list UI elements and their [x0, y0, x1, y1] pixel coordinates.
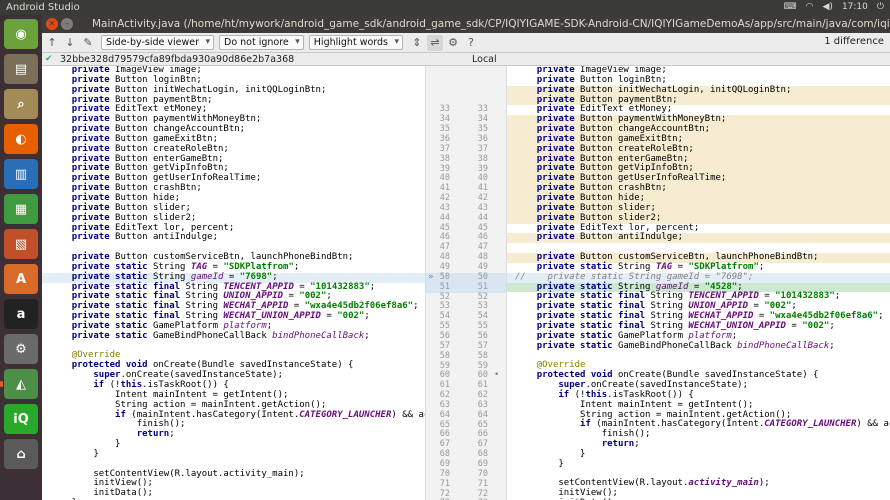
difference-count: 1 difference — [824, 36, 884, 47]
firefox-icon[interactable]: ◐ — [4, 124, 38, 154]
code-line[interactable]: } — [42, 449, 425, 460]
left-line-number — [428, 86, 450, 96]
android-studio-icon[interactable]: ◭ — [0, 369, 38, 399]
apply-change-icon[interactable]: » — [428, 272, 433, 282]
diff-editor: private ImageView image; private Button … — [42, 66, 890, 500]
impress-icon[interactable]: ▧ — [4, 229, 38, 259]
code-line[interactable]: private static GameBindPhoneCallBack bin… — [42, 331, 425, 342]
software-center-icon[interactable]: A — [4, 264, 38, 294]
trash-icon[interactable]: ⌂ — [4, 439, 38, 469]
search-icon[interactable]: ⌕ — [4, 89, 38, 119]
collapse-icon[interactable]: ⇕ — [409, 35, 425, 51]
code-line[interactable]: initData(); — [42, 488, 425, 499]
window-title: MainActivity.java (/home/ht/mywork/andro… — [92, 18, 890, 30]
code-line[interactable]: } — [507, 449, 890, 460]
diff-toolbar: ↑ ↓ ✎ Side-by-side viewer Do not ignore … — [42, 33, 890, 53]
code-line[interactable]: } — [42, 439, 425, 450]
edit-icon[interactable]: ✎ — [80, 35, 96, 51]
left-revision: 32bbe328d79579cfa89fbda930a90d86e2b7a368 — [60, 54, 295, 65]
right-label: Local — [472, 54, 497, 65]
code-line[interactable]: private Button antiIndulge; — [507, 232, 890, 244]
calc-icon[interactable]: ▦ — [4, 194, 38, 224]
iqiyi-icon[interactable]: iQ — [4, 404, 38, 434]
right-code-pane[interactable]: private ImageView image; private Button … — [507, 66, 890, 500]
writer-icon[interactable]: ▥ — [4, 159, 38, 189]
power-icon[interactable]: ⏻ — [877, 0, 884, 15]
revision-bar: ✔ 32bbe328d79579cfa89fbda930a90d86e2b7a3… — [42, 53, 890, 66]
window-titlebar: × – □ MainActivity.java (/home/ht/mywork… — [42, 15, 890, 33]
left-code-pane[interactable]: private ImageView image; private Button … — [42, 66, 425, 500]
minimize-icon[interactable]: – — [61, 18, 73, 30]
right-line-number: 58 — [477, 350, 488, 361]
code-line[interactable]: } — [507, 459, 890, 470]
sync-scroll-icon[interactable]: ⇌ — [427, 34, 443, 51]
files-icon[interactable]: ▤ — [4, 54, 38, 84]
bookmark-icon[interactable]: • — [494, 370, 499, 380]
volume-icon[interactable]: ◀) — [823, 0, 833, 15]
right-line-number — [466, 86, 488, 96]
code-line[interactable]: private Button antiIndulge; — [42, 232, 425, 243]
wifi-icon[interactable]: ◠ — [806, 0, 814, 15]
check-icon: ✔ — [45, 54, 53, 64]
highlight-select[interactable]: Highlight words — [308, 35, 403, 50]
arrow-down-icon[interactable]: ↓ — [62, 35, 78, 51]
keyboard-icon[interactable]: ⌨ — [784, 0, 797, 15]
left-line-number: 38 — [439, 153, 450, 164]
ignore-select[interactable]: Do not ignore — [219, 35, 304, 50]
unity-launcher: ◉ ▤ ⌕ ◐ ▥ ▦ ▧ Aa ⚙ ◭ iQ ⌂ — [0, 15, 42, 500]
settings-icon[interactable]: ⚙ — [4, 334, 38, 364]
arrow-up-icon[interactable]: ↑ — [44, 35, 60, 51]
clock[interactable]: 17:10 — [842, 0, 868, 15]
left-line-number — [428, 66, 450, 76]
code-line[interactable]: private static GameBindPhoneCallBack bin… — [507, 341, 890, 352]
amazon-icon[interactable]: a — [4, 299, 38, 329]
system-top-bar: Android Studio ⌨ ◠ ◀) 17:10 ⏻ — [0, 0, 890, 15]
right-line-number — [466, 66, 488, 76]
help-icon[interactable]: ? — [463, 35, 479, 51]
settings-icon[interactable]: ⚙ — [445, 35, 461, 51]
left-line-number: 58 — [439, 350, 450, 361]
diff-window: × – □ MainActivity.java (/home/ht/mywork… — [42, 15, 890, 500]
viewer-select[interactable]: Side-by-side viewer — [101, 35, 214, 50]
diff-gutter: 33 34 35 36 37 38 39 40 41 42 43 44 45 46 47 48 49 50 51 52… — [425, 66, 507, 500]
ubuntu-dash-icon[interactable]: ◉ — [4, 19, 38, 49]
left-line-number — [428, 76, 450, 86]
close-icon[interactable]: × — [46, 18, 58, 30]
active-app-name[interactable]: Android Studio — [6, 0, 80, 15]
right-line-number: 38 — [477, 153, 488, 164]
system-tray: ⌨ ◠ ◀) 17:10 ⏻ — [784, 0, 884, 15]
right-line-number — [466, 76, 488, 86]
